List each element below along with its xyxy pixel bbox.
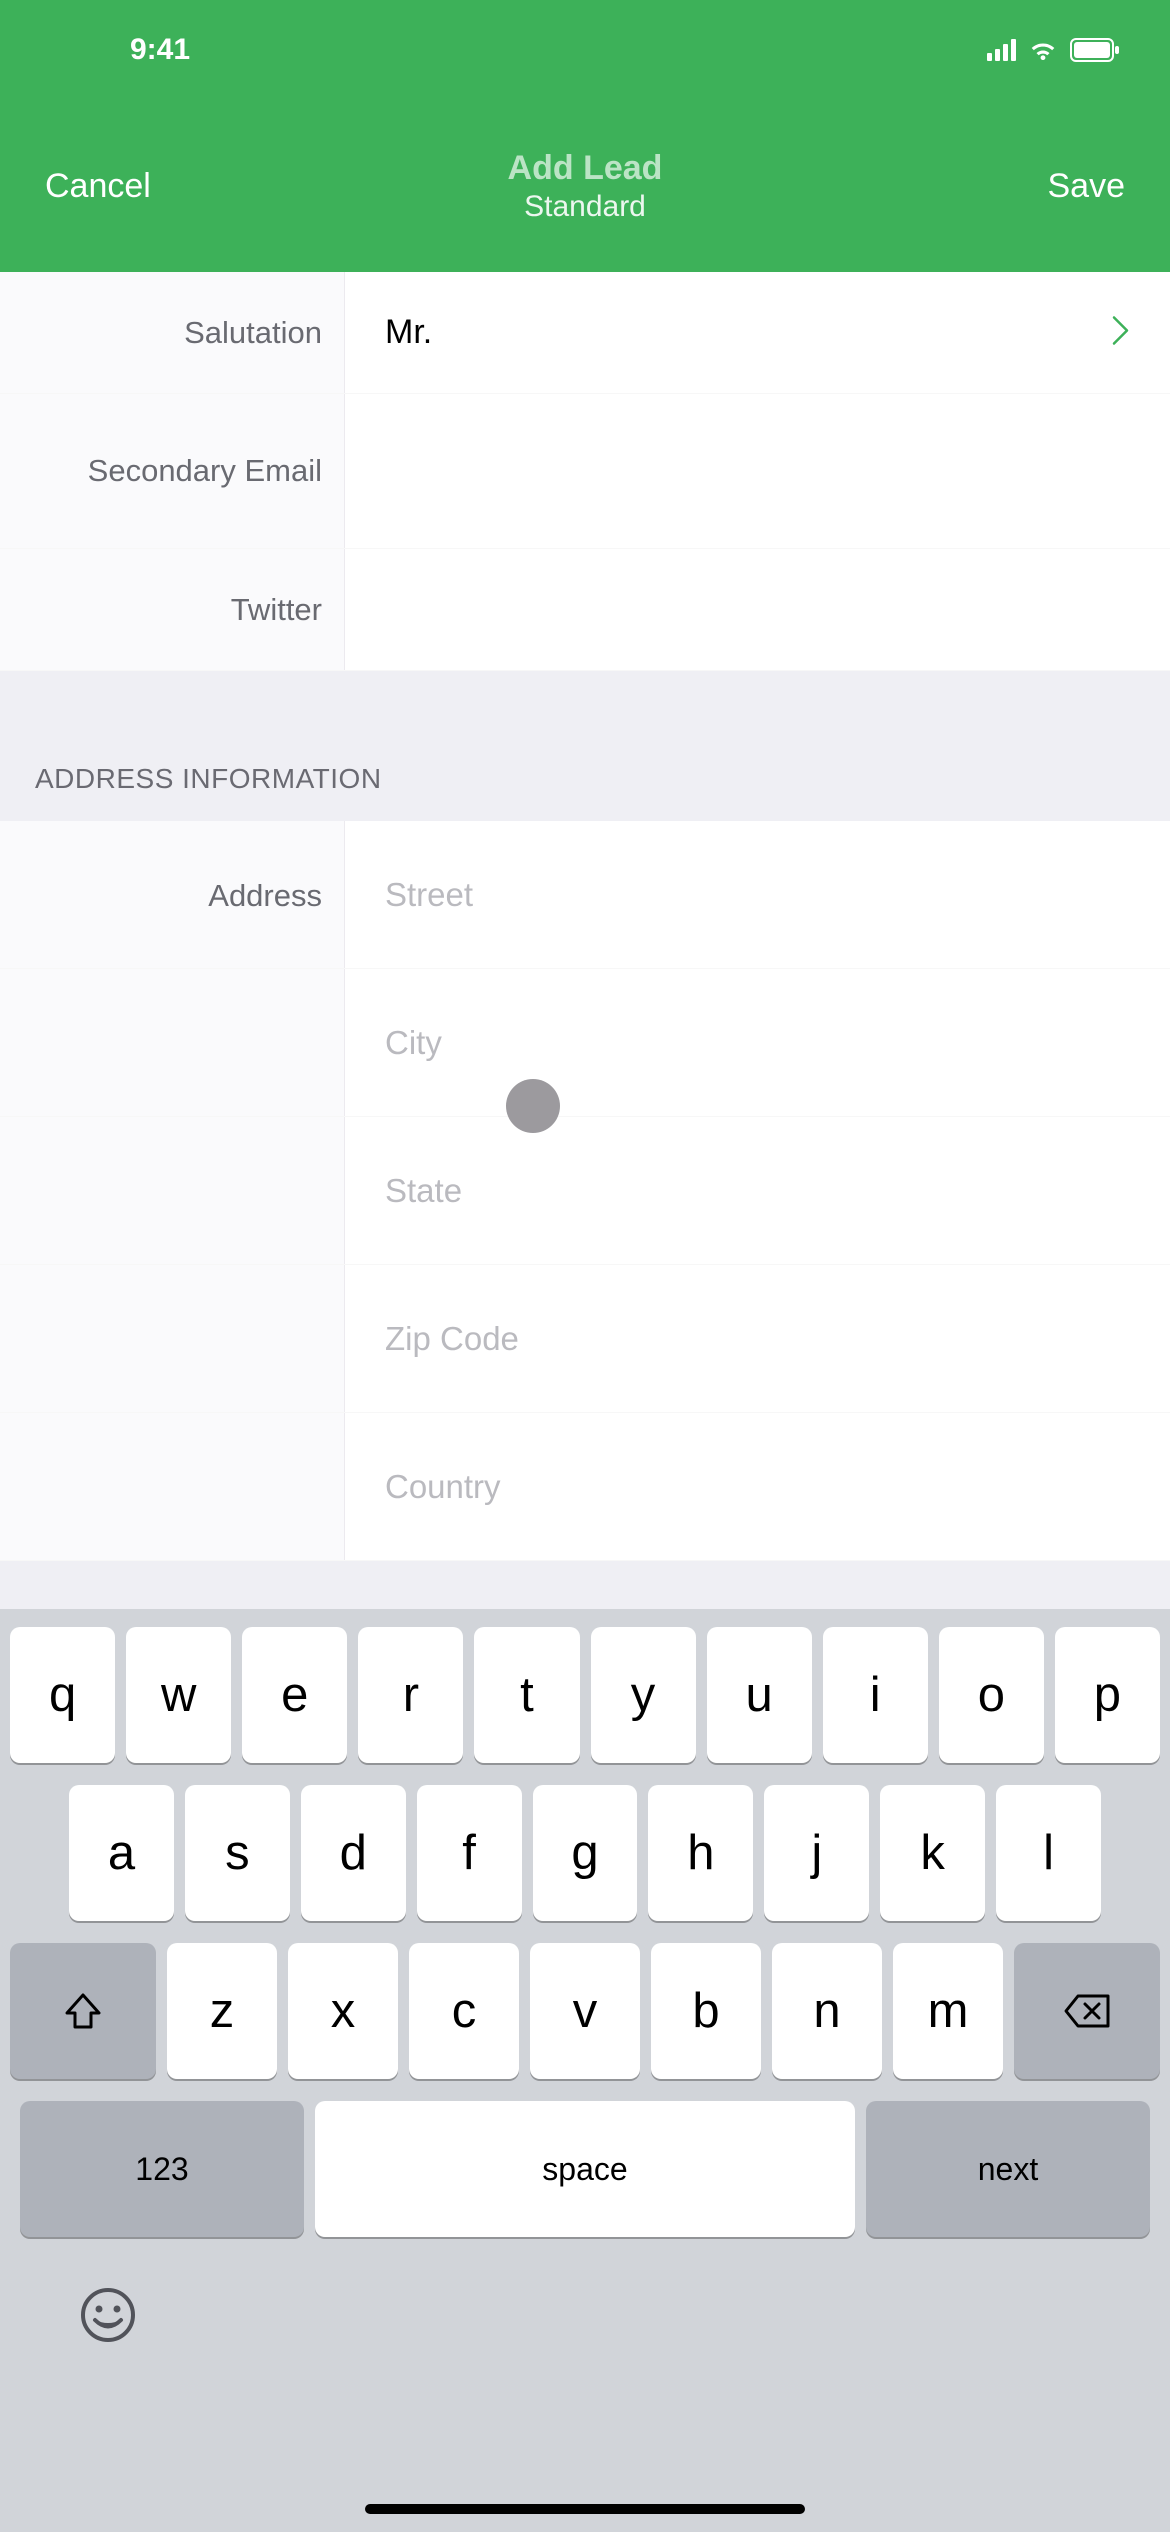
zip-label-empty [0, 1265, 345, 1412]
emoji-icon [80, 2287, 136, 2343]
zip-row[interactable] [0, 1265, 1170, 1413]
space-key[interactable]: space [315, 2101, 855, 2237]
key-s[interactable]: s [185, 1785, 290, 1921]
key-v[interactable]: v [530, 1943, 640, 2079]
address-section: Address [0, 821, 1170, 1561]
key-q[interactable]: q [10, 1627, 115, 1763]
key-j[interactable]: j [764, 1785, 869, 1921]
battery-icon [1070, 38, 1120, 62]
key-m[interactable]: m [893, 1943, 1003, 2079]
secondary-email-value-cell[interactable] [345, 394, 1170, 548]
numbers-key[interactable]: 123 [20, 2101, 304, 2237]
street-value-cell[interactable] [345, 821, 1170, 968]
key-f[interactable]: f [417, 1785, 522, 1921]
keyboard: q w e r t y u i o p a s d f g h j k l z [0, 1609, 1170, 2532]
key-g[interactable]: g [533, 1785, 638, 1921]
state-label-empty [0, 1117, 345, 1264]
twitter-input[interactable] [385, 591, 1130, 629]
salutation-value: Mr. [385, 313, 432, 352]
keyboard-footer [0, 2237, 1170, 2343]
key-a[interactable]: a [69, 1785, 174, 1921]
key-r[interactable]: r [358, 1627, 463, 1763]
state-input[interactable] [385, 1172, 1130, 1210]
twitter-value-cell[interactable] [345, 549, 1170, 670]
keyboard-row-3: z x c v b n m [10, 1943, 1160, 2079]
twitter-label: Twitter [0, 549, 345, 670]
key-x[interactable]: x [288, 1943, 398, 2079]
address-section-header: ADDRESS INFORMATION [0, 671, 1170, 821]
twitter-row[interactable]: Twitter [0, 549, 1170, 671]
backspace-icon [1064, 1994, 1110, 2028]
key-n[interactable]: n [772, 1943, 882, 2079]
address-label: Address [0, 821, 345, 968]
key-h[interactable]: h [648, 1785, 753, 1921]
emoji-key[interactable] [80, 2287, 136, 2343]
state-row[interactable] [0, 1117, 1170, 1265]
salutation-value-cell[interactable]: Mr. [345, 272, 1170, 393]
city-row[interactable] [0, 969, 1170, 1117]
secondary-email-label: Secondary Email [0, 394, 345, 548]
status-time: 9:41 [130, 33, 190, 67]
street-input[interactable] [385, 876, 1130, 914]
keyboard-row-2: a s d f g h j k l [10, 1785, 1160, 1921]
zip-input[interactable] [385, 1320, 1130, 1358]
nav-title-group: Add Lead Standard [205, 149, 965, 224]
secondary-email-row[interactable]: Secondary Email [0, 394, 1170, 549]
zip-value-cell[interactable] [345, 1265, 1170, 1412]
key-b[interactable]: b [651, 1943, 761, 2079]
wifi-icon [1028, 39, 1058, 61]
home-indicator[interactable] [365, 2504, 805, 2514]
city-label-empty [0, 969, 345, 1116]
touch-indicator-icon [506, 1079, 560, 1133]
city-input[interactable] [385, 1024, 1130, 1062]
key-c[interactable]: c [409, 1943, 519, 2079]
key-l[interactable]: l [996, 1785, 1101, 1921]
key-k[interactable]: k [880, 1785, 985, 1921]
key-e[interactable]: e [242, 1627, 347, 1763]
key-w[interactable]: w [126, 1627, 231, 1763]
form-section: Salutation Mr. Secondary Email Twitter [0, 272, 1170, 671]
cancel-button[interactable]: Cancel [45, 167, 205, 206]
chevron-right-icon [1112, 315, 1130, 350]
status-bar: 9:41 [0, 0, 1170, 100]
key-p[interactable]: p [1055, 1627, 1160, 1763]
country-input[interactable] [385, 1468, 1130, 1506]
save-button[interactable]: Save [965, 167, 1125, 206]
state-value-cell[interactable] [345, 1117, 1170, 1264]
country-label-empty [0, 1413, 345, 1560]
key-i[interactable]: i [823, 1627, 928, 1763]
country-row[interactable] [0, 1413, 1170, 1561]
key-d[interactable]: d [301, 1785, 406, 1921]
key-y[interactable]: y [591, 1627, 696, 1763]
salutation-label: Salutation [0, 272, 345, 393]
keyboard-row-4: 123 space next [10, 2101, 1160, 2237]
country-value-cell[interactable] [345, 1413, 1170, 1560]
cellular-signal-icon [987, 39, 1016, 61]
key-z[interactable]: z [167, 1943, 277, 2079]
page-title: Add Lead [508, 149, 663, 188]
salutation-row[interactable]: Salutation Mr. [0, 272, 1170, 394]
key-o[interactable]: o [939, 1627, 1044, 1763]
secondary-email-input[interactable] [385, 452, 1130, 490]
page-subtitle: Standard [524, 190, 646, 224]
backspace-key[interactable] [1014, 1943, 1160, 2079]
city-value-cell[interactable] [345, 969, 1170, 1116]
nav-bar: Cancel Add Lead Standard Save [0, 100, 1170, 272]
keyboard-row-1: q w e r t y u i o p [10, 1627, 1160, 1763]
street-row[interactable]: Address [0, 821, 1170, 969]
key-t[interactable]: t [474, 1627, 579, 1763]
next-key[interactable]: next [866, 2101, 1150, 2237]
shift-icon [64, 1993, 102, 2029]
key-u[interactable]: u [707, 1627, 812, 1763]
shift-key[interactable] [10, 1943, 156, 2079]
status-icons [987, 38, 1120, 62]
